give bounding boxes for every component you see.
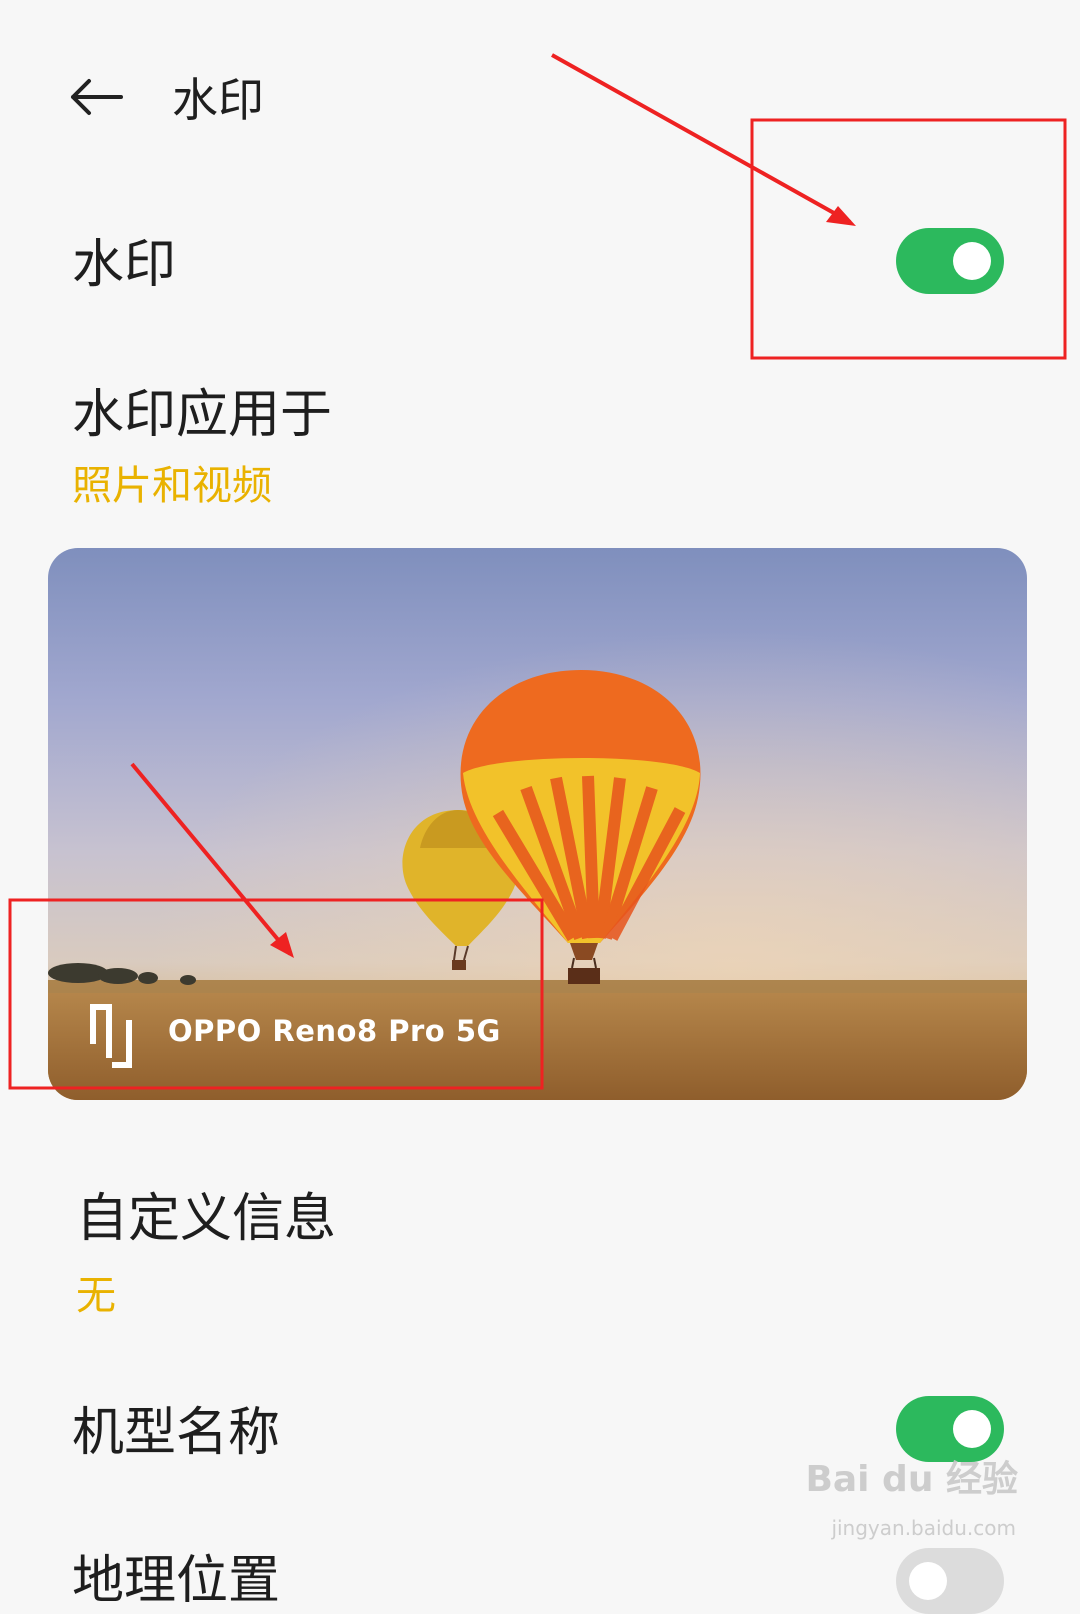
annotation-arrow-line — [551, 53, 851, 224]
custom-info-item[interactable]: 自定义信息 无 — [76, 1186, 336, 1322]
apply-to-item[interactable]: 水印应用于 照片和视频 — [72, 382, 332, 512]
model-name-label: 机型名称 — [72, 1403, 281, 1463]
hasselblad-logo-icon — [90, 1004, 132, 1068]
location-toggle[interactable] — [896, 1548, 1004, 1614]
toggle-knob — [953, 242, 991, 280]
baidu-brand-watermark: Bai du 经验 — [805, 1459, 1018, 1500]
page-title: 水印 — [172, 73, 264, 127]
custom-info-value: 无 — [76, 1273, 116, 1319]
watermark-model-text: OPPO Reno8 Pro 5G — [168, 1014, 501, 1048]
annotation-arrow-head — [826, 206, 856, 226]
watermark-preview-image: OPPO Reno8 Pro 5G — [48, 548, 1027, 1100]
back-button[interactable] — [60, 62, 130, 132]
apply-to-label: 水印应用于 — [72, 385, 333, 445]
watermark-toggle[interactable] — [896, 228, 1004, 294]
custom-info-label: 自定义信息 — [76, 1189, 337, 1249]
baidu-url-watermark: jingyan.baidu.com — [831, 1516, 1016, 1540]
watermark-label: 水印 — [72, 235, 177, 295]
toggle-knob — [909, 1562, 947, 1600]
location-label: 地理位置 — [72, 1551, 281, 1611]
back-arrow-icon — [71, 79, 123, 115]
toggle-knob — [953, 1410, 991, 1448]
apply-to-value: 照片和视频 — [72, 463, 272, 509]
